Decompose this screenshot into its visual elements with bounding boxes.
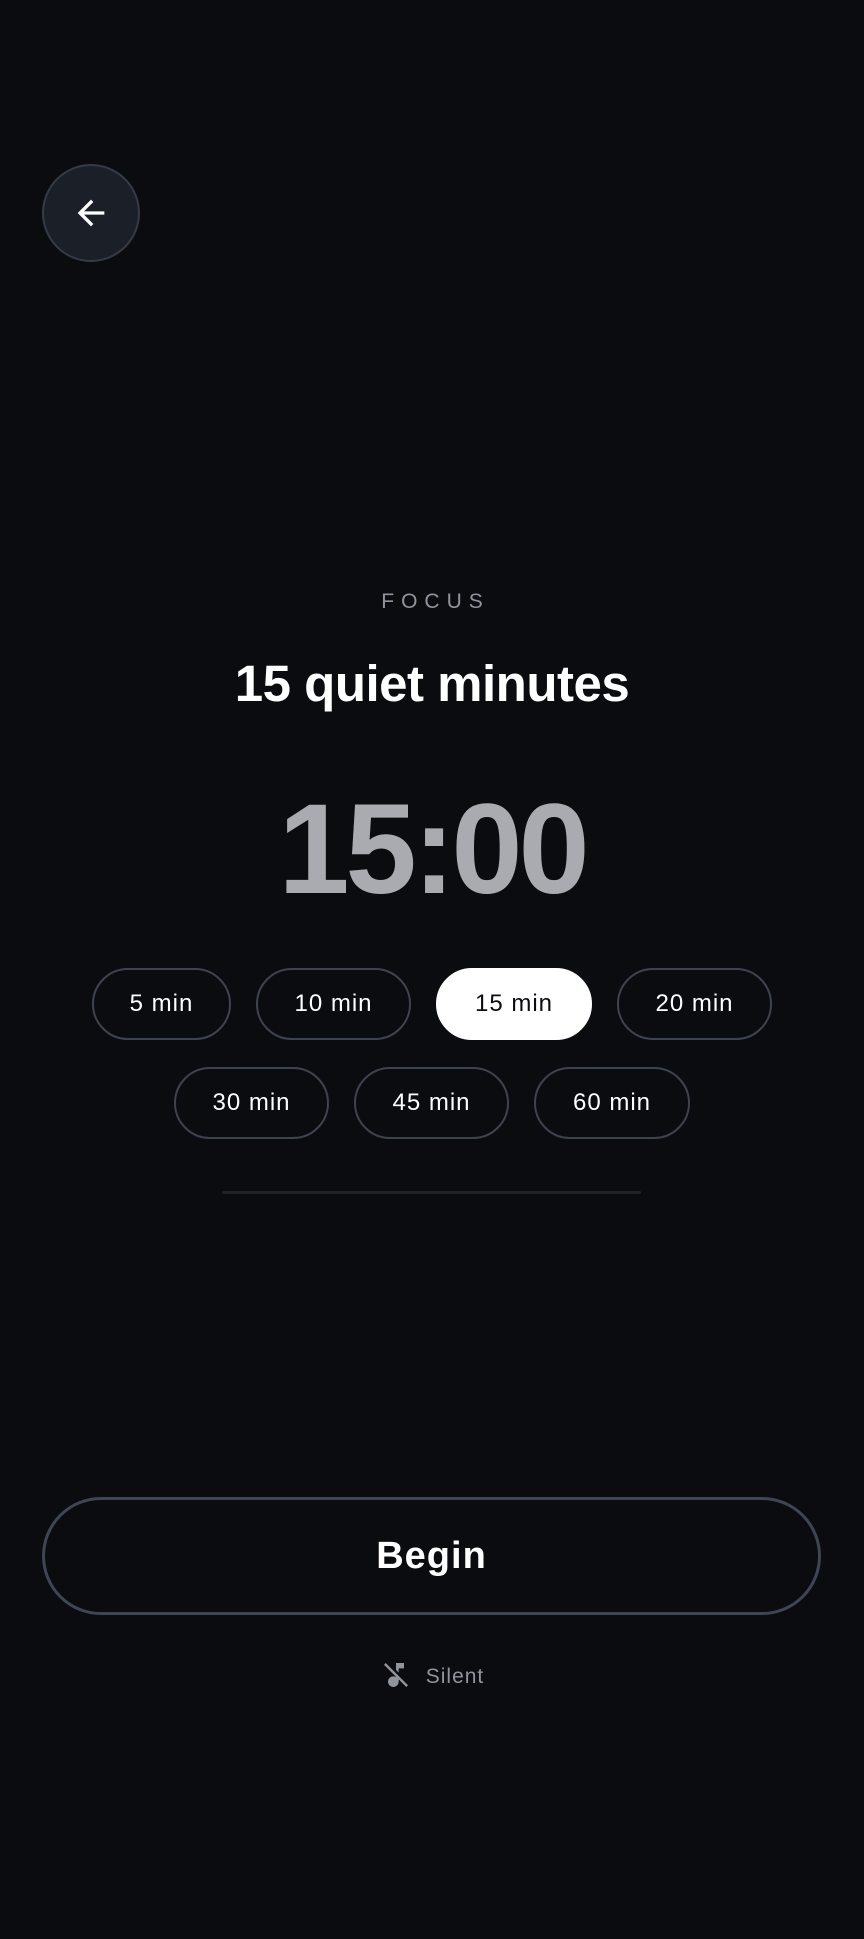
- sound-label: Silent: [425, 1665, 485, 1688]
- duration-chip-45[interactable]: 45 min: [354, 1067, 509, 1139]
- duration-chip-10[interactable]: 10 min: [256, 968, 411, 1040]
- timer-display: 15:00: [278, 778, 589, 921]
- divider: [222, 1191, 641, 1194]
- begin-button[interactable]: Begin: [42, 1497, 821, 1615]
- duration-chip-20[interactable]: 20 min: [617, 968, 772, 1040]
- arrow-left-icon: [71, 193, 111, 233]
- session-category: FOCUS: [381, 590, 490, 613]
- sound-toggle[interactable]: Silent: [0, 1660, 864, 1694]
- duration-chip-30[interactable]: 30 min: [174, 1067, 329, 1139]
- duration-chip-60[interactable]: 60 min: [534, 1067, 690, 1139]
- duration-chip-15[interactable]: 15 min: [436, 968, 592, 1040]
- session-title: 15 quiet minutes: [234, 655, 630, 712]
- duration-chip-5[interactable]: 5 min: [92, 968, 231, 1040]
- music-off-icon: [380, 1659, 412, 1696]
- back-button[interactable]: [42, 164, 140, 262]
